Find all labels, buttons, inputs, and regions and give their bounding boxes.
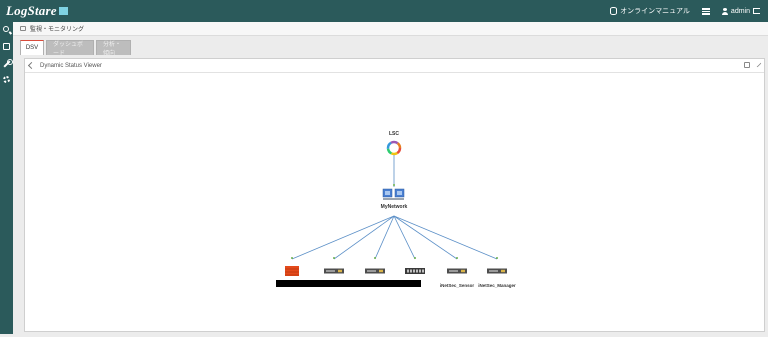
device-link	[393, 215, 498, 260]
firewall-icon[interactable]	[285, 266, 299, 276]
appliance-icon[interactable]	[324, 268, 344, 274]
monitor-icon	[20, 26, 26, 31]
root-link-status	[393, 184, 395, 186]
dsv-panel: Dynamic Status Viewer LSC MyNetwork iNet…	[24, 58, 765, 332]
appliance-icon[interactable]	[365, 268, 385, 274]
sidebar	[0, 22, 13, 334]
wrench-icon[interactable]	[3, 59, 13, 67]
topology-map: LSC MyNetwork iNetSec_Sensor iNetSec_Mana…	[276, 131, 516, 288]
logout-icon[interactable]	[753, 8, 760, 14]
device-link-status	[333, 257, 335, 259]
list-icon	[701, 7, 710, 15]
user-menu[interactable]: admin	[721, 7, 760, 15]
monitoring-icon[interactable]	[3, 43, 10, 50]
breadcrumb-text: 監視・モニタリング	[30, 27, 85, 33]
logo-badge-icon	[58, 7, 68, 15]
gear-icon[interactable]	[3, 76, 10, 83]
color-wheel-icon[interactable]	[386, 140, 402, 156]
switch-icon[interactable]	[405, 268, 425, 274]
edit-icon[interactable]	[754, 60, 762, 68]
appliance-icon[interactable]	[487, 268, 507, 274]
appliance-icon[interactable]	[447, 268, 467, 274]
breadcrumb: 監視・モニタリング	[13, 22, 768, 36]
panel-header: Dynamic Status Viewer	[25, 59, 764, 73]
device-label: iNetSec_Manager	[478, 283, 516, 288]
tab-analysis[interactable]: 分析・傾向	[96, 40, 131, 57]
database-icon	[610, 7, 618, 15]
panel-title: Dynamic Status Viewer	[40, 62, 102, 69]
network-node-label: MyNetwork	[381, 204, 408, 210]
top-bar: LogStare オンラインマニュアル admin	[0, 0, 768, 22]
app-logo-text: LogStare	[6, 3, 57, 18]
search-icon[interactable]	[3, 26, 9, 32]
device-link-status	[374, 257, 376, 259]
device-link-status	[291, 257, 293, 259]
user-icon	[721, 7, 728, 15]
network-switch-icon[interactable]	[382, 188, 405, 200]
device-link-status	[414, 257, 416, 259]
tab-dashboard[interactable]: ダッシュボード	[46, 40, 94, 57]
menu-list-button[interactable]	[701, 7, 710, 15]
online-manual-label: オンラインマニュアル	[620, 8, 690, 15]
copy-icon[interactable]	[744, 62, 750, 68]
collapse-icon[interactable]	[27, 61, 36, 70]
header-actions: オンラインマニュアル admin	[610, 0, 760, 22]
app-logo[interactable]: LogStare	[6, 3, 68, 19]
device-link-status	[496, 257, 498, 259]
device-link	[393, 215, 458, 260]
device-link-status	[456, 257, 458, 259]
redacted-labels	[276, 280, 421, 287]
device-label: iNetSec_Sensor	[440, 283, 475, 288]
device-link	[393, 215, 416, 260]
online-manual-link[interactable]: オンラインマニュアル	[610, 6, 690, 16]
view-tabs: DSV ダッシュボード 分析・傾向	[20, 40, 131, 57]
device-layer: iNetSec_Sensor iNetSec_Manager	[285, 215, 516, 288]
root-node-label: LSC	[389, 131, 399, 137]
tab-dsv[interactable]: DSV	[20, 40, 44, 55]
user-name: admin	[730, 7, 750, 15]
